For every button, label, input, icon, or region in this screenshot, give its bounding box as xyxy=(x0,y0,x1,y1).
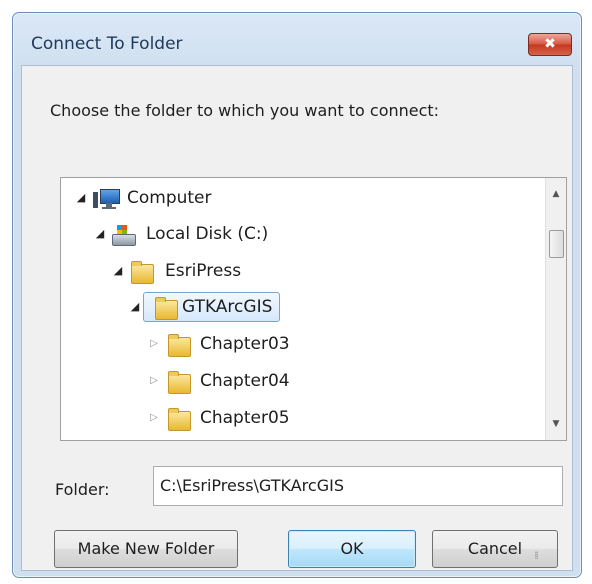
tree-item-label: EsriPress xyxy=(165,261,242,281)
vertical-scrollbar[interactable]: ▲ ▼ xyxy=(545,178,566,440)
dialog-body: Choose the folder to which you want to c… xyxy=(21,65,573,571)
folder-icon xyxy=(154,297,178,320)
folder-field-label: Folder: xyxy=(55,480,110,499)
folder-icon xyxy=(130,261,154,284)
instruction-text: Choose the folder to which you want to c… xyxy=(50,101,440,120)
collapse-arrow-icon[interactable]: ▷ xyxy=(148,403,160,433)
title-bar[interactable]: Connect To Folder ✖ xyxy=(13,13,581,65)
expand-arrow-icon[interactable]: ◢ xyxy=(75,183,87,213)
resize-grip-icon[interactable]: ⁞⁞ xyxy=(534,549,539,562)
folder-tree[interactable]: ◢ Computer ◢ Local Disk (C:) ◢ EsriPress xyxy=(60,177,567,441)
scroll-down-icon[interactable]: ▼ xyxy=(546,414,566,434)
tree-item-label: Chapter04 xyxy=(200,371,290,391)
folder-icon xyxy=(167,371,191,394)
folder-path-field[interactable]: C:\EsriPress\GTKArcGIS xyxy=(153,466,563,506)
make-new-folder-button[interactable]: Make New Folder xyxy=(54,530,238,568)
cancel-button[interactable]: Cancel xyxy=(432,530,558,568)
expand-arrow-icon[interactable]: ◢ xyxy=(129,292,141,322)
connect-to-folder-dialog: Connect To Folder ✖ Choose the folder to… xyxy=(12,12,582,578)
scrollbar-thumb[interactable] xyxy=(549,230,564,258)
collapse-arrow-icon[interactable]: ▷ xyxy=(148,329,160,359)
tree-item-label: Local Disk (C:) xyxy=(146,224,269,244)
tree-item-label: Chapter03 xyxy=(200,334,290,354)
dialog-title: Connect To Folder xyxy=(31,34,183,54)
tree-item-label: Chapter05 xyxy=(200,408,290,428)
close-button[interactable]: ✖ xyxy=(528,33,572,56)
collapse-arrow-icon[interactable]: ▷ xyxy=(148,366,160,396)
folder-icon xyxy=(167,408,191,431)
local-disk-icon xyxy=(111,224,136,246)
tree-item-label: Computer xyxy=(127,188,212,208)
folder-icon xyxy=(167,334,191,357)
ok-button[interactable]: OK xyxy=(288,530,416,568)
computer-icon xyxy=(93,188,121,210)
expand-arrow-icon[interactable]: ◢ xyxy=(112,256,124,286)
scroll-up-icon[interactable]: ▲ xyxy=(546,184,566,204)
expand-arrow-icon[interactable]: ◢ xyxy=(94,219,106,249)
